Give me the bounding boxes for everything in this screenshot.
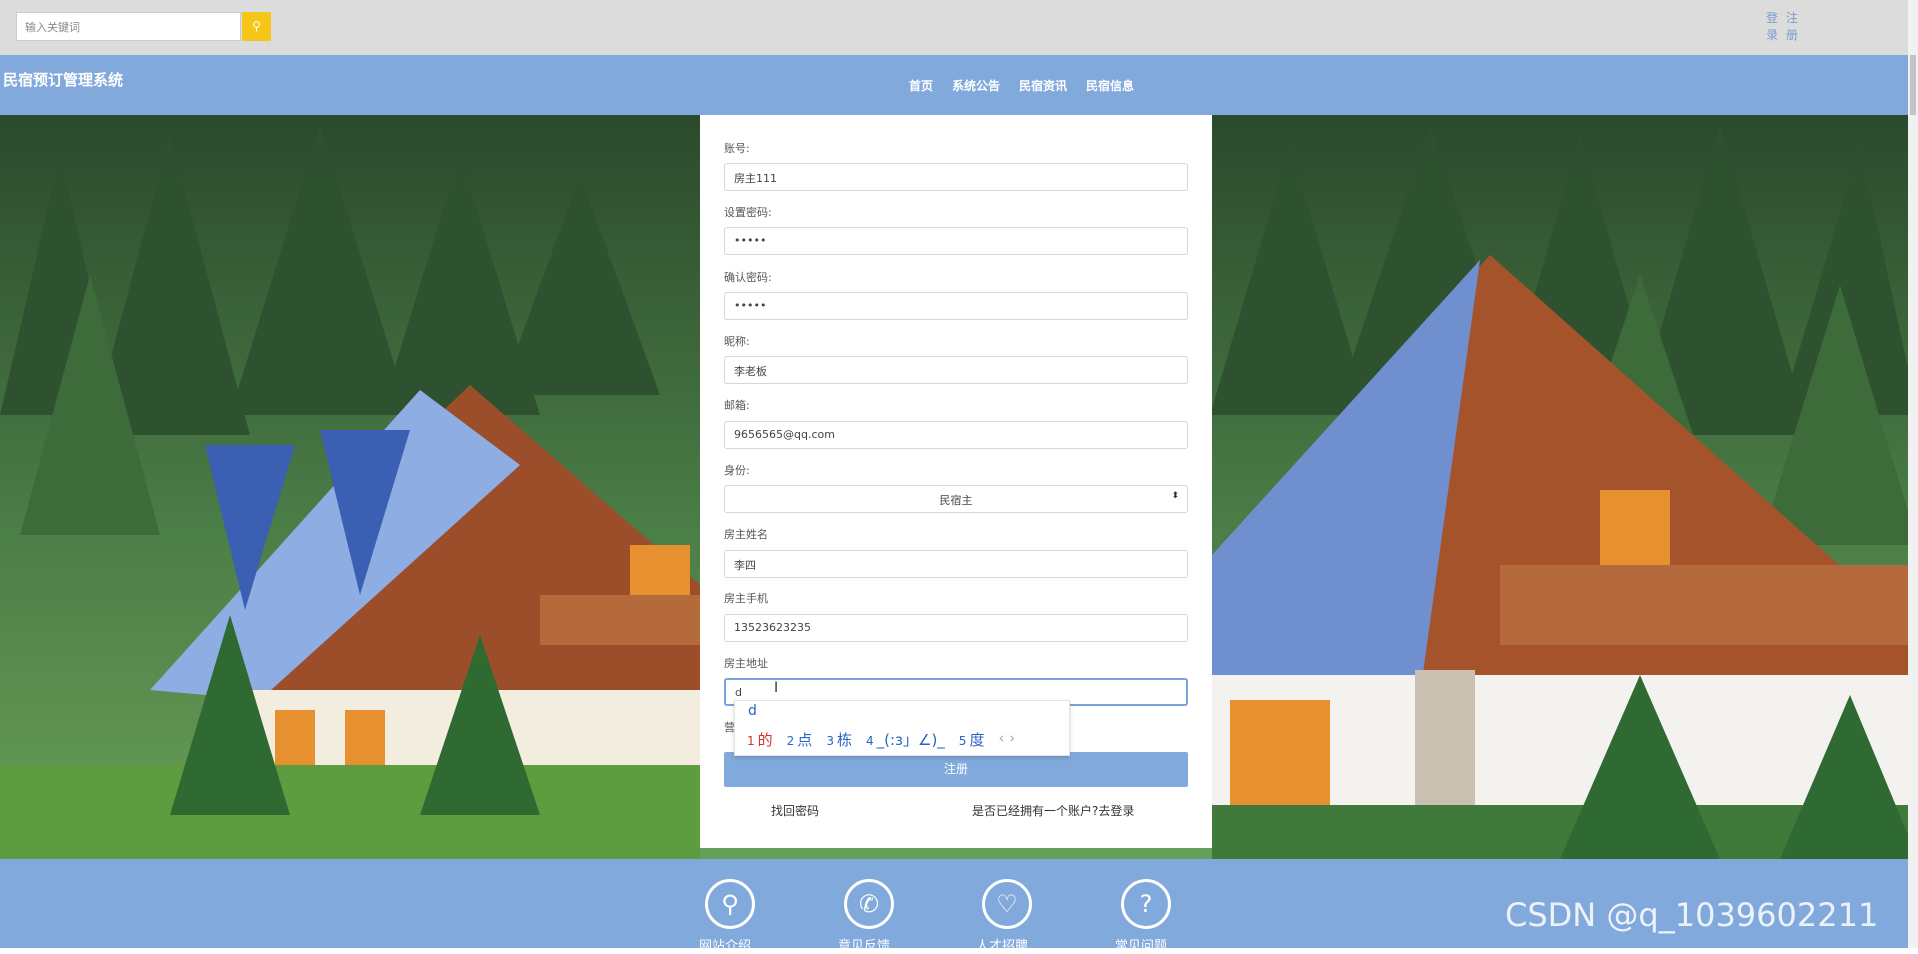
forgot-password-link[interactable]: 找回密码	[771, 802, 819, 819]
ime-candidate[interactable]: 2点	[787, 729, 813, 750]
owner-name-input[interactable]: 李四	[724, 550, 1188, 578]
ime-candidate[interactable]: 1的	[747, 729, 773, 750]
field-label-confirm-password: 确认密码:	[724, 271, 772, 284]
footer-site-intro[interactable]: 网站介绍	[699, 935, 751, 954]
register-link[interactable]: 注册	[1784, 10, 1800, 44]
ime-candidate[interactable]: 5度	[959, 729, 985, 750]
footer-feedback[interactable]: 意见反馈	[838, 935, 890, 954]
ime-composition: d	[748, 703, 757, 719]
confirm-password-input[interactable]: •••••	[724, 292, 1188, 320]
search-button[interactable]: ⚲	[242, 12, 271, 41]
heart-hand-icon[interactable]: ♡	[982, 879, 1032, 929]
register-button[interactable]: 注册	[724, 752, 1188, 787]
owner-phone-input[interactable]: 13523623235	[724, 614, 1188, 642]
nav-announcements[interactable]: 系统公告	[952, 77, 1000, 94]
scrollbar-thumb[interactable]	[1910, 55, 1916, 115]
scrollbar[interactable]	[1908, 0, 1918, 948]
navbar: 民宿预订管理系统 首页 系统公告 民宿资讯 民宿信息	[0, 55, 1918, 115]
field-label-email: 邮箱:	[724, 399, 750, 412]
user-icon[interactable]: ⚲	[705, 879, 755, 929]
email-input[interactable]: 9656565@qq.com	[724, 421, 1188, 449]
select-arrow-icon: ⬍	[1171, 491, 1179, 501]
role-select[interactable]: 民宿主 ⬍	[724, 485, 1188, 513]
ime-candidate[interactable]: 3栋	[826, 729, 852, 750]
ime-candidate[interactable]: 4 _(:з」∠)_	[866, 729, 945, 750]
top-bar: 输入关键词 ⚲ 登录 注册	[0, 0, 1918, 55]
ime-candidate-list: 1的 2点 3栋 4 _(:з」∠)_ 5度 ‹ ›	[747, 729, 1015, 750]
go-login-link[interactable]: 是否已经拥有一个账户?去登录	[972, 802, 1134, 819]
login-link[interactable]: 登录	[1764, 10, 1780, 44]
nav-news[interactable]: 民宿资讯	[1019, 77, 1067, 94]
field-label-owner-phone: 房主手机	[724, 592, 768, 605]
field-label-owner-address: 房主地址	[724, 657, 768, 670]
watermark: CSDN @q_1039602211	[1505, 896, 1879, 934]
search-input[interactable]: 输入关键词	[16, 12, 241, 41]
site-brand: 民宿预订管理系统	[3, 71, 124, 89]
phone-icon[interactable]: ✆	[844, 879, 894, 929]
footer-faq[interactable]: 常见问题	[1115, 935, 1167, 954]
field-label-owner-name: 房主姓名	[724, 528, 768, 541]
ime-page-nav[interactable]: ‹ ›	[998, 729, 1015, 750]
footer-recruitment[interactable]: 人才招聘	[976, 935, 1028, 954]
role-select-value: 民宿主	[939, 494, 973, 507]
field-label-password: 设置密码:	[724, 206, 772, 219]
field-label-account: 账号:	[724, 142, 750, 155]
nickname-input[interactable]: 李老板	[724, 356, 1188, 384]
field-label-role: 身份:	[724, 464, 750, 477]
text-cursor-icon: I	[774, 680, 779, 696]
nav-home[interactable]: 首页	[909, 77, 933, 94]
account-input[interactable]: 房主111	[724, 163, 1188, 191]
search-icon: ⚲	[252, 19, 261, 33]
question-icon[interactable]: ?	[1121, 879, 1171, 929]
nav-homestay-info[interactable]: 民宿信息	[1086, 77, 1134, 94]
field-label-nickname: 昵称:	[724, 335, 750, 348]
ime-candidate-popup: d 1的 2点 3栋 4 _(:з」∠)_ 5度 ‹ ›	[734, 700, 1070, 756]
main-nav: 首页 系统公告 民宿资讯 民宿信息	[909, 77, 1134, 94]
password-input[interactable]: •••••	[724, 227, 1188, 255]
